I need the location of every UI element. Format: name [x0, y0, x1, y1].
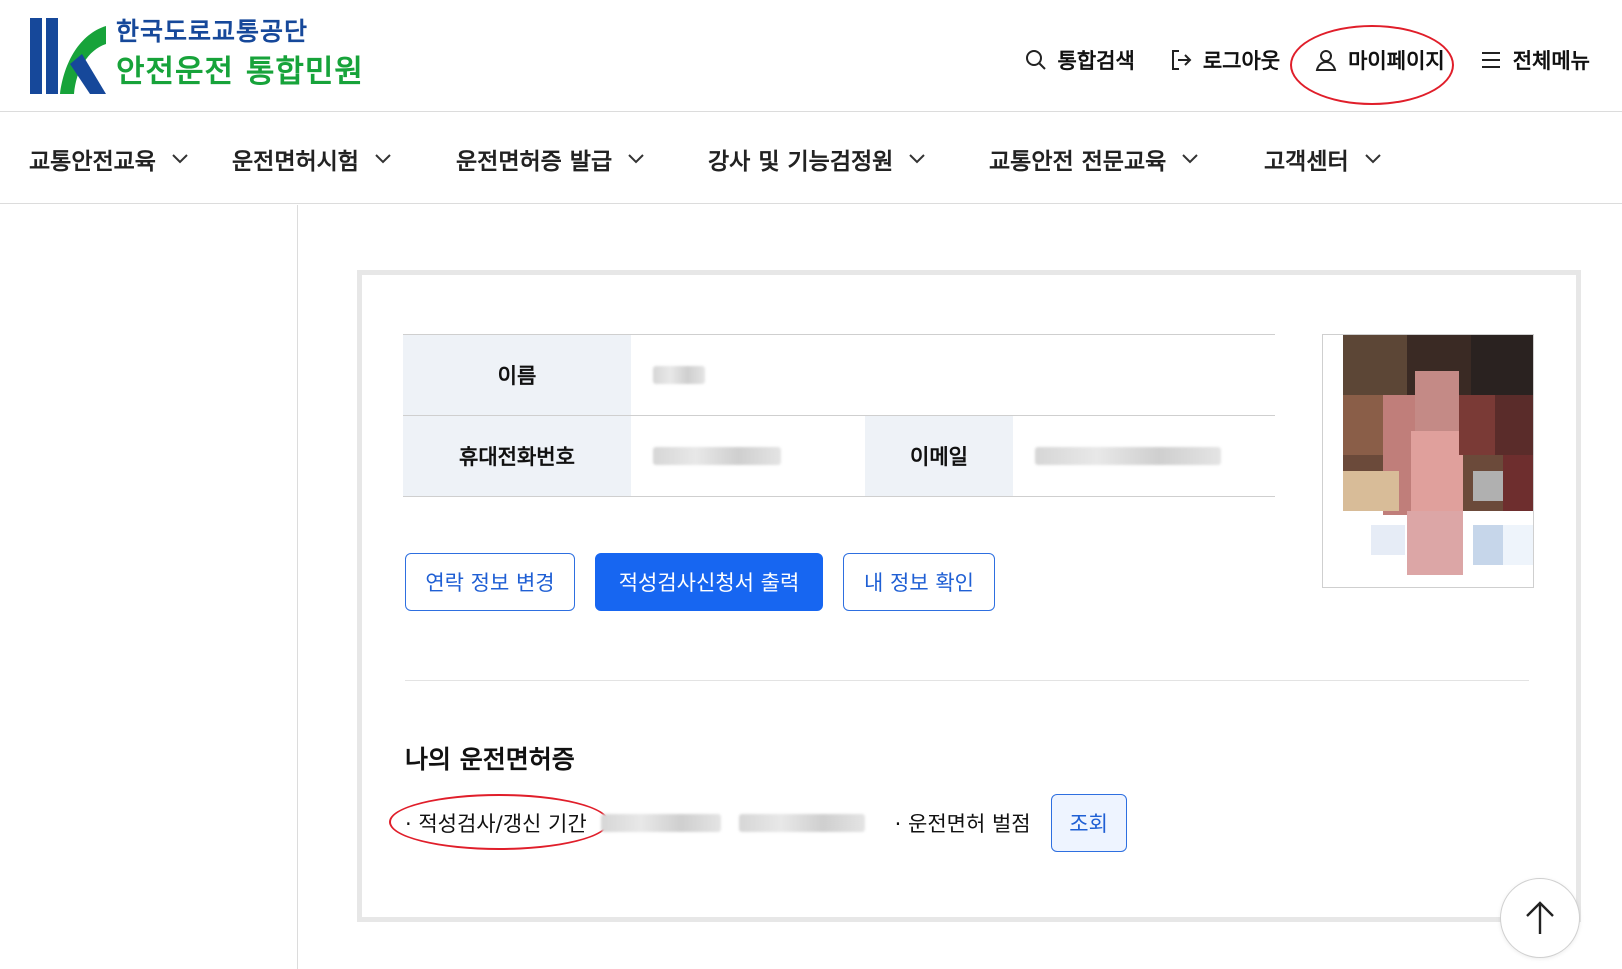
logout-label: 로그아웃: [1202, 49, 1281, 73]
mypage-link[interactable]: 마이페이지: [1290, 25, 1455, 105]
org-name: 한국도로교통공단: [116, 17, 309, 46]
main-nav: 교통안전교육 운전면허시험 운전면허증 발급 강사 및 기능검정원 교통안전 전…: [0, 113, 1622, 204]
sidebar-divider: [297, 205, 298, 969]
search-icon: [1025, 50, 1046, 70]
gnb-customer-center[interactable]: 고객센터: [1264, 113, 1381, 204]
license-info-row: · 적성검사/갱신 기간 · 운전면허 벌점 조회: [389, 794, 1127, 852]
obscured-value: [653, 447, 781, 465]
logout-link[interactable]: 로그아웃: [1169, 45, 1280, 75]
gnb-traffic-safety-education[interactable]: 교통안전교육: [29, 113, 188, 204]
gnb-license-exam[interactable]: 운전면허시험: [232, 113, 391, 204]
gnb-label: 운전면허시험: [232, 148, 359, 175]
check-my-info-button[interactable]: 내 정보 확인: [843, 553, 995, 611]
site-header: 한국도로교통공단 안전운전 통합민원 통합검색 로그아웃 마이페이지 전체메뉴: [0, 0, 1622, 112]
all-menu-link[interactable]: 전체메뉴: [1479, 45, 1590, 75]
penalty-query-button[interactable]: 조회: [1050, 794, 1127, 852]
search-label: 통합검색: [1057, 49, 1135, 73]
gnb-label: 교통안전교육: [29, 148, 156, 175]
email-header: 이메일: [865, 416, 1013, 496]
change-contact-button[interactable]: 연락 정보 변경: [405, 553, 575, 611]
my-license-title: 나의 운전면허증: [405, 745, 575, 774]
gnb-label: 교통안전 전문교육: [989, 148, 1167, 175]
chevron-down-icon: [628, 153, 644, 163]
chevron-down-icon: [375, 153, 391, 163]
search-link[interactable]: 통합검색: [1024, 45, 1135, 75]
profile-photo: [1322, 334, 1534, 588]
arrow-up-icon: [1526, 901, 1554, 934]
user-icon: [1315, 50, 1337, 71]
gnb-professional-education[interactable]: 교통안전 전문교육: [989, 113, 1199, 204]
obscured-value: [653, 366, 705, 384]
service-name: 안전운전 통합민원: [116, 54, 364, 90]
obscured-period-start: [600, 814, 721, 832]
utility-nav: 통합검색 로그아웃 마이페이지 전체메뉴: [1024, 25, 1622, 105]
gnb-label: 고객센터: [1264, 148, 1349, 175]
chevron-down-icon: [1364, 153, 1381, 163]
profile-actions: 연락 정보 변경 적성검사신청서 출력 내 정보 확인: [405, 553, 995, 611]
all-menu-label: 전체메뉴: [1512, 49, 1590, 73]
email-value: [1013, 416, 1275, 496]
gnb-license-issue[interactable]: 운전면허증 발급: [456, 113, 644, 204]
renewal-period-text: · 적성검사/갱신 기간: [405, 812, 587, 836]
chevron-down-icon: [172, 153, 188, 163]
profile-row-name: 이름: [403, 335, 1275, 416]
scroll-top-button[interactable]: [1500, 878, 1580, 958]
profile-table: 이름 휴대전화번호 이메일: [403, 334, 1275, 497]
obscured-period-end: [738, 814, 865, 832]
phone-header: 휴대전화번호: [403, 416, 631, 496]
brand-logo-mark[interactable]: [30, 18, 106, 94]
name-value: [631, 335, 1275, 415]
gnb-instructor-examiner[interactable]: 강사 및 기능검정원: [708, 113, 926, 204]
obscured-value: [1035, 447, 1221, 465]
logout-icon: [1171, 50, 1192, 70]
chevron-down-icon: [909, 153, 926, 163]
gnb-label: 운전면허증 발급: [456, 148, 613, 175]
penalty-points-label: · 운전면허 벌점: [894, 812, 1031, 836]
brand-logo-text[interactable]: 한국도로교통공단 안전운전 통합민원: [116, 16, 364, 94]
name-header: 이름: [403, 335, 631, 415]
hamburger-icon: [1481, 52, 1500, 68]
print-application-button[interactable]: 적성검사신청서 출력: [595, 553, 823, 611]
chevron-down-icon: [1182, 153, 1199, 163]
mypage-label: 마이페이지: [1348, 49, 1445, 73]
profile-row-contact: 휴대전화번호 이메일: [403, 416, 1275, 497]
gnb-label: 강사 및 기능검정원: [708, 148, 894, 175]
phone-value: [631, 416, 865, 496]
renewal-period-label: · 적성검사/갱신 기간: [389, 794, 609, 850]
section-divider: [405, 680, 1529, 681]
